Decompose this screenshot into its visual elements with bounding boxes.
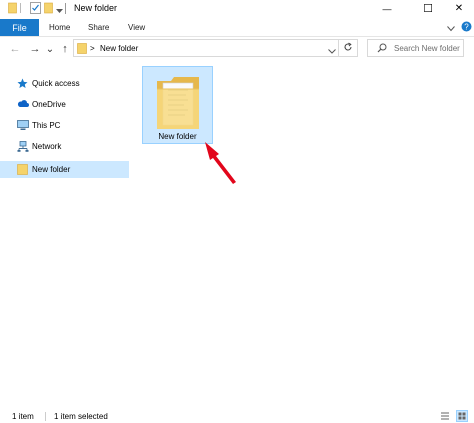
large-icons-view-icon xyxy=(458,412,466,422)
navigation-bar: ← → ⌄ ↑ > New folder Search New folder xyxy=(0,38,474,60)
close-icon: ✕ xyxy=(454,3,464,14)
tab-share[interactable]: Share xyxy=(88,23,109,32)
back-arrow-icon: ← xyxy=(9,43,21,55)
address-bar[interactable]: > New folder xyxy=(73,39,339,57)
network-icon xyxy=(17,141,29,154)
minimize-button[interactable]: — xyxy=(372,0,402,17)
back-button[interactable]: ← xyxy=(9,43,21,55)
details-view-icon[interactable] xyxy=(440,411,450,423)
item-count: 1 item xyxy=(12,412,34,421)
maximize-icon: ☐ xyxy=(423,3,433,15)
help-icon[interactable]: ? xyxy=(461,21,472,34)
search-input[interactable]: Search New folder xyxy=(394,44,460,53)
customize-toolbar-icon[interactable] xyxy=(56,6,63,16)
up-button[interactable]: ↑ xyxy=(59,43,71,55)
sidebar-item-label: Network xyxy=(32,142,62,151)
sidebar-item-label: New folder xyxy=(32,165,71,174)
svg-text:?: ? xyxy=(464,22,469,31)
folder-icon xyxy=(8,2,17,16)
sidebar-item-onedrive[interactable]: OneDrive xyxy=(0,96,129,113)
properties-icon[interactable] xyxy=(30,2,41,16)
status-bar: 1 item 1 item selected xyxy=(0,409,474,423)
folder-icon xyxy=(77,43,87,56)
new-folder-icon[interactable] xyxy=(44,2,53,16)
sidebar-item-quick-access[interactable]: Quick access xyxy=(0,75,129,92)
sidebar-item-label: OneDrive xyxy=(32,100,66,109)
tab-home[interactable]: Home xyxy=(49,23,70,32)
sidebar-item-new-folder[interactable]: New folder xyxy=(0,161,129,178)
expand-ribbon-icon[interactable] xyxy=(447,24,455,34)
large-icons-view-button[interactable] xyxy=(456,410,468,422)
breadcrumb-separator[interactable]: > xyxy=(90,44,95,53)
file-list: New folder xyxy=(130,60,474,405)
quick-access-toolbar-divider xyxy=(20,2,22,16)
folder-icon xyxy=(17,164,28,177)
annotation-arrow-icon xyxy=(200,138,244,190)
chevron-down-icon: ⌄ xyxy=(45,43,55,55)
ribbon: File Home Share View ? xyxy=(0,19,474,37)
forward-arrow-icon: → xyxy=(29,43,41,55)
maximize-button[interactable]: ☐ xyxy=(413,0,443,17)
address-dropdown-icon[interactable] xyxy=(328,46,336,56)
breadcrumb-current[interactable]: New folder xyxy=(100,44,138,53)
selection-status: 1 item selected xyxy=(54,412,108,421)
close-button[interactable]: ✕ xyxy=(444,0,474,17)
title-bar: New folder — ☐ ✕ xyxy=(0,0,474,17)
sidebar-item-network[interactable]: Network xyxy=(0,138,129,155)
tab-file[interactable]: File xyxy=(0,19,39,36)
sidebar-item-label: This PC xyxy=(32,121,61,130)
forward-button[interactable]: → xyxy=(29,43,41,55)
large-folder-icon xyxy=(155,75,201,133)
refresh-button[interactable] xyxy=(339,39,358,57)
recent-locations-button[interactable]: ⌄ xyxy=(44,43,56,55)
up-arrow-icon: ↑ xyxy=(62,43,68,55)
refresh-icon xyxy=(343,42,353,54)
window-title: New folder xyxy=(74,3,118,13)
sidebar-item-label: Quick access xyxy=(32,79,80,88)
sidebar-item-this-pc[interactable]: This PC xyxy=(0,117,129,134)
minimize-icon: — xyxy=(382,3,392,14)
search-box[interactable]: Search New folder xyxy=(367,39,464,57)
title-divider xyxy=(65,3,66,14)
star-icon xyxy=(17,78,28,91)
folder-item[interactable]: New folder xyxy=(142,66,213,144)
search-icon xyxy=(377,43,387,55)
status-divider xyxy=(45,412,46,421)
computer-icon xyxy=(17,120,29,133)
tab-view[interactable]: View xyxy=(128,23,145,32)
cloud-icon xyxy=(17,99,29,110)
